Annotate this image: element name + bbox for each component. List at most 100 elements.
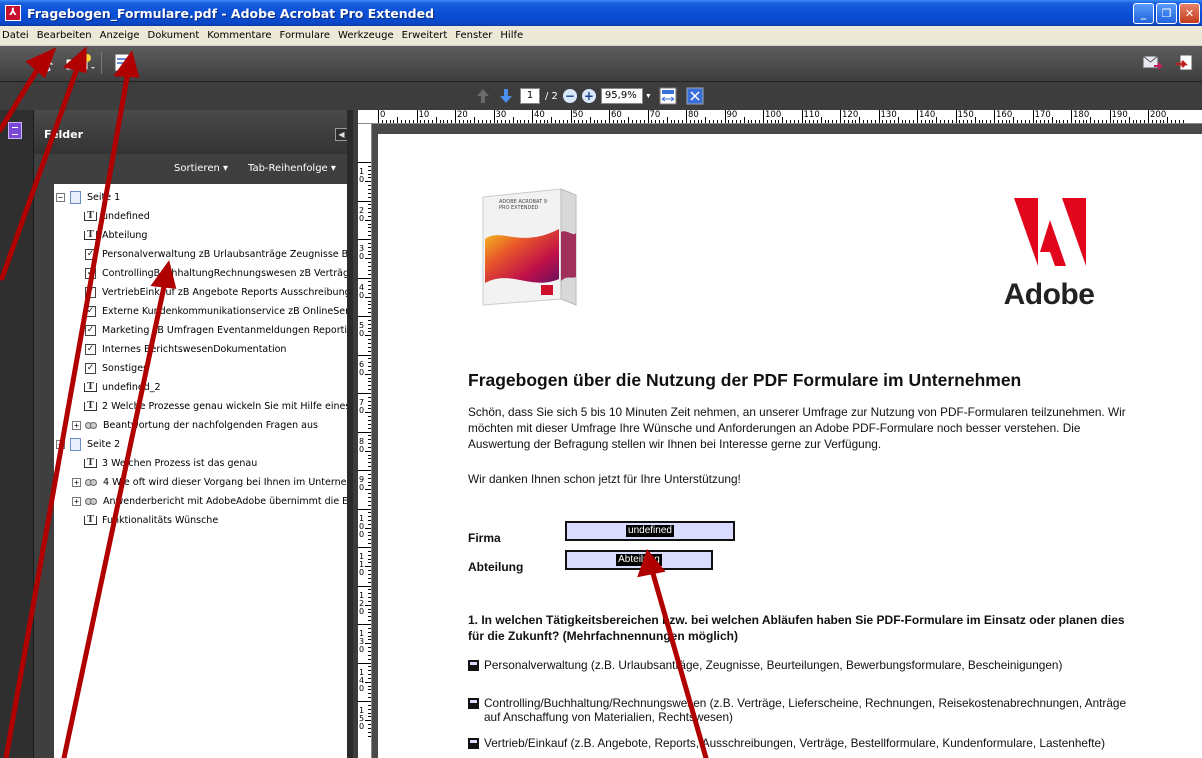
ruler-label: 100 <box>765 110 782 120</box>
menu-anzeige[interactable]: Anzeige <box>96 30 144 41</box>
vertical-ruler: 1 02 03 04 05 06 07 08 09 01 0 01 1 01 2… <box>358 124 372 758</box>
zoom-level-input[interactable]: 95,9% <box>600 88 643 104</box>
tree-item[interactable]: Tundefined <box>84 207 150 226</box>
fit-page-icon[interactable] <box>684 87 706 105</box>
fit-width-icon[interactable] <box>657 87 679 105</box>
tree-item-label: Internes BerichtswesenDokumentation <box>102 344 287 355</box>
tree-item-label: Anwenderbericht mit AdobeAdobe übernimmt… <box>103 496 347 507</box>
text-field-icon: T <box>84 210 97 223</box>
tree-item[interactable]: ✓ Internes BerichtswesenDokumentation <box>84 340 286 359</box>
panel-scrollbar[interactable] <box>347 110 353 758</box>
menu-kommentare[interactable]: Kommentare <box>203 30 275 41</box>
zoom-dropdown-icon[interactable]: ▼ <box>645 93 652 100</box>
expand-icon[interactable]: + <box>72 421 81 430</box>
toolbar <box>0 46 1202 82</box>
tree-item-label: Seite 1 <box>87 192 121 203</box>
preview-icon[interactable] <box>109 50 137 76</box>
firma-field[interactable]: undefined <box>565 521 735 541</box>
text-field-icon: T <box>84 457 97 470</box>
collapse-icon[interactable]: − <box>56 193 65 202</box>
tree-item[interactable]: + Anwenderbericht mit AdobeAdobe übernimm… <box>72 492 347 511</box>
checkbox-icon: ✓ <box>85 344 96 355</box>
checkbox-icon: ✓ <box>85 249 96 260</box>
menu-dokument[interactable]: Dokument <box>144 30 204 41</box>
tree-item[interactable]: T Abteilung <box>84 226 147 245</box>
menu-hilfe[interactable]: Hilfe <box>496 30 527 41</box>
previous-page-icon[interactable] <box>474 87 492 105</box>
zoom-out-icon[interactable]: − <box>562 89 577 103</box>
window-controls: _ ❐ ✕ <box>1133 3 1200 24</box>
ruler-label: 60 <box>611 110 622 120</box>
ruler-label: 200 <box>1150 110 1167 120</box>
minimize-button[interactable]: _ <box>1133 3 1154 24</box>
menu-bearbeiten[interactable]: Bearbeiten <box>33 30 96 41</box>
menu-bar: Datei Bearbeiten Anzeige Dokument Kommentare… <box>0 26 1202 46</box>
tree-item[interactable]: ✓ Sonstiges <box>84 359 148 378</box>
text-field-icon: T <box>84 514 97 527</box>
tree-item-label: Externe Kundenkommunikationservice zB On… <box>102 306 347 317</box>
tab-order-menu[interactable]: Tab-Reihenfolge ▾ <box>248 163 336 174</box>
tree-item[interactable]: ✓ Marketing zB Umfragen Eventanmeldungen … <box>84 321 347 340</box>
ruler-label: 150 <box>957 110 974 120</box>
tree-item[interactable]: ✓ ControllingBuchhaltungRechnungswesen zB… <box>84 264 347 283</box>
tree-item[interactable]: ✓ Personalverwaltung zB Urlaubsanträge Ze… <box>84 245 347 264</box>
sort-menu[interactable]: Sortieren ▾ <box>174 163 228 174</box>
tree-item-label: undefined <box>102 211 150 222</box>
page-number-input[interactable]: 1 <box>520 88 540 104</box>
page-icon <box>69 191 82 204</box>
menu-formulare[interactable]: Formulare <box>276 30 334 41</box>
expand-icon[interactable]: + <box>72 478 81 487</box>
window-title: Fragebogen_Formulare.pdf - Adobe Acrobat… <box>27 5 435 21</box>
option-label: Vertrieb/Einkauf (z.B. Angebote, Reports… <box>484 736 1106 750</box>
distribute-form-icon[interactable] <box>1138 50 1166 76</box>
tab-order-label: Tab-Reihenfolge <box>248 163 328 174</box>
ruler-label: 50 <box>572 110 584 120</box>
tree-item[interactable]: ✓ VertriebEinkauf zB Angebote Reports Aus… <box>84 283 347 302</box>
option-vertrieb[interactable]: Vertrieb/Einkauf (z.B. Angebote, Reports… <box>468 736 1128 750</box>
zoom-in-icon[interactable]: + <box>581 89 596 103</box>
expand-icon[interactable]: + <box>72 497 81 506</box>
next-page-icon[interactable] <box>497 87 515 105</box>
tree-item[interactable]: Tundefined_2 <box>84 378 161 397</box>
track-icon[interactable] <box>1170 50 1198 76</box>
maximize-button[interactable]: ❐ <box>1156 3 1177 24</box>
add-field-icon[interactable] <box>62 50 96 76</box>
checkbox[interactable] <box>468 660 479 671</box>
collapse-icon[interactable]: − <box>56 440 65 449</box>
option-personalverwaltung[interactable]: Personalverwaltung (z.B. Urlaubsanträge,… <box>468 658 1128 672</box>
tree-item-label: VertriebEinkauf zB Angebote Reports Auss… <box>102 287 347 298</box>
fields-panel-icon[interactable] <box>8 122 22 139</box>
abteilung-label: Abteilung <box>468 560 524 574</box>
tree-item[interactable]: T 3 Welchen Prozess ist das genau <box>84 454 257 473</box>
ruler-label: 170 <box>1034 110 1051 120</box>
intro-paragraph: Schön, dass Sie sich 5 bis 10 Minuten Ze… <box>468 405 1126 451</box>
close-button[interactable]: ✕ <box>1179 3 1200 24</box>
abteilung-field[interactable]: Abteilung <box>565 550 713 570</box>
tree-item-label: Marketing zB Umfragen Eventanmeldungen R… <box>102 325 347 336</box>
menu-fenster[interactable]: Fenster <box>451 30 496 41</box>
tree-item[interactable]: T 2 Welche Prozesse genau wickeln Sie mit… <box>84 397 347 416</box>
page-total: / 2 <box>545 90 558 102</box>
tree-item-label: Personalverwaltung zB Urlaubsanträge Zeu… <box>102 249 347 260</box>
checkbox[interactable] <box>468 698 479 709</box>
tree-item[interactable]: − Seite 1 <box>56 188 120 207</box>
option-controlling[interactable]: Controlling/Buchhaltung/Rechnungswesen (… <box>468 696 1128 724</box>
tree-item[interactable]: +4 Wie oft wird dieser Vorgang bei Ihnen… <box>72 473 347 492</box>
panel-title: Felder <box>44 128 84 141</box>
tree-item[interactable]: ✓ Externe Kundenkommunikationservice zB O… <box>84 302 347 321</box>
menu-datei[interactable]: Datei <box>0 30 33 41</box>
menu-werkzeuge[interactable]: Werkzeuge <box>334 30 398 41</box>
tree-item-label: ControllingBuchhaltungRechnungswesen zB … <box>102 268 347 279</box>
ruler-label: 70 <box>649 110 661 120</box>
tree-item[interactable]: + Beantwortung der nachfolgenden Fragen a… <box>72 416 318 435</box>
checkbox[interactable] <box>468 738 479 749</box>
menu-erweitert[interactable]: Erweitert <box>398 30 452 41</box>
tree-item[interactable]: − Seite 2 <box>56 435 120 454</box>
text-field-icon: T <box>84 400 97 413</box>
select-object-icon[interactable] <box>34 50 60 76</box>
tree-item[interactable]: T Funktionalitäts Wünsche <box>84 511 218 530</box>
radio-group-icon <box>85 419 98 432</box>
pdf-page: ADOBE ACROBAT 9 PRO EXTENDED Adobe Frage… <box>378 134 1202 758</box>
checkbox-icon: ✓ <box>85 306 96 317</box>
acrobat-icon: ⅄ <box>5 5 21 21</box>
